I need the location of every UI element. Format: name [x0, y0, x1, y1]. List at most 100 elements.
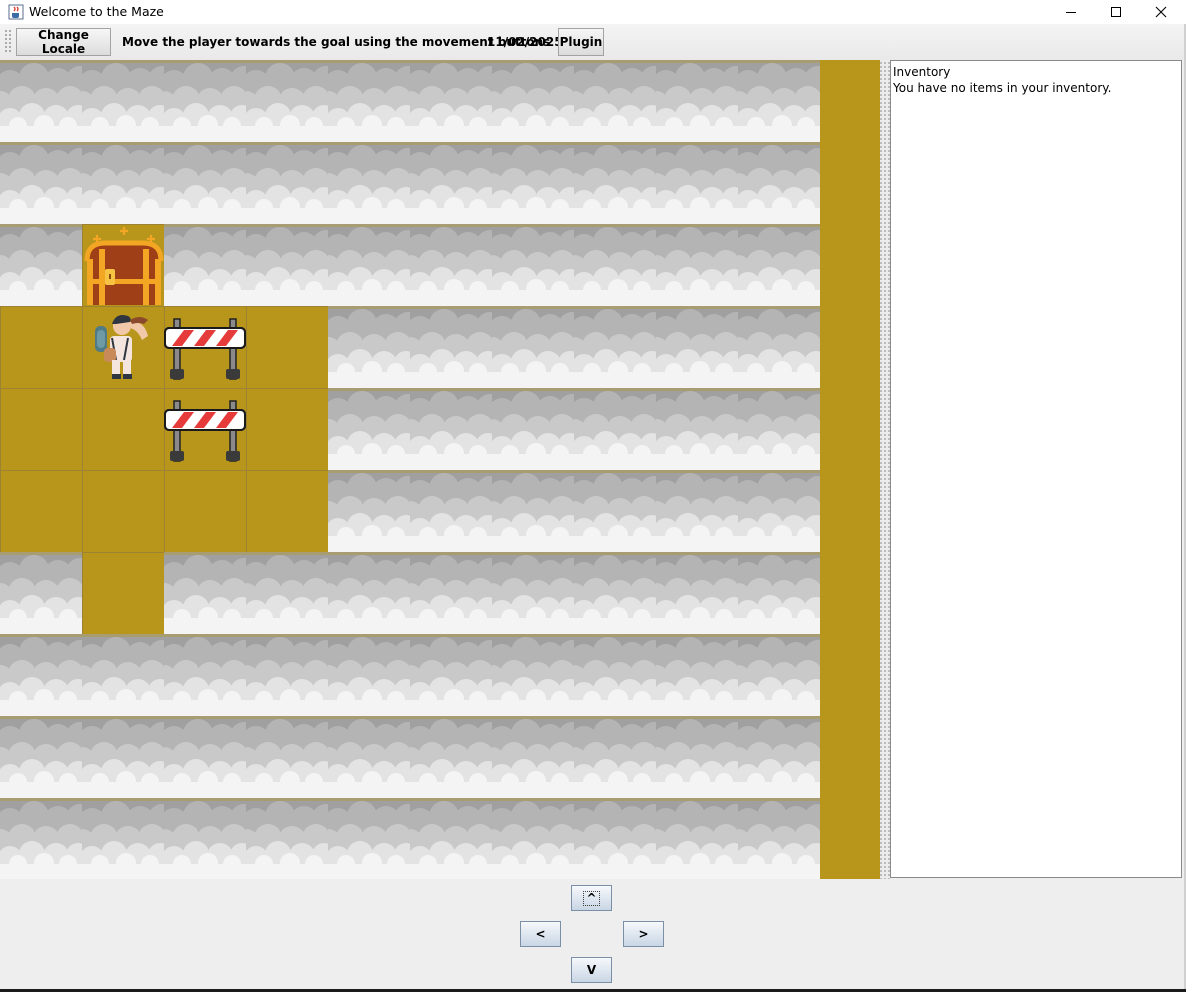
- cloud-wall-tile: [738, 388, 820, 470]
- floor-tile: [246, 306, 328, 388]
- cloud-wall-tile: [656, 60, 738, 142]
- cloud-wall-tile: [574, 388, 656, 470]
- cloud-wall-tile: [492, 224, 574, 306]
- cloud-wall-tile: [738, 552, 820, 634]
- cloud-wall-tile: [328, 634, 410, 716]
- cloud-wall-tile: [656, 224, 738, 306]
- cloud-wall-tile: [492, 60, 574, 142]
- maze-canvas: [0, 60, 880, 879]
- cloud-wall-tile: [0, 634, 82, 716]
- toolbar: Change Locale Move the player towards th…: [0, 24, 1186, 60]
- cloud-wall-tile: [738, 142, 820, 224]
- cloud-wall-tile: [246, 552, 328, 634]
- cloud-wall-tile: [0, 142, 82, 224]
- cloud-wall-tile: [164, 798, 246, 879]
- cloud-wall-tile: [328, 552, 410, 634]
- cloud-wall-tile: [164, 552, 246, 634]
- cloud-wall-tile: [246, 634, 328, 716]
- date-label: 11/02/2025: [487, 35, 563, 49]
- close-button[interactable]: [1138, 0, 1184, 24]
- split-pane-divider[interactable]: [880, 60, 890, 879]
- floor-tile: [246, 470, 328, 552]
- cloud-wall-tile: [246, 224, 328, 306]
- cloud-wall-tile: [82, 634, 164, 716]
- floor-tile: [164, 470, 246, 552]
- cloud-wall-tile: [246, 716, 328, 798]
- cloud-wall-tile: [410, 60, 492, 142]
- cloud-wall-tile: [574, 716, 656, 798]
- move-down-button[interactable]: V: [571, 957, 612, 983]
- maze-border-strip: [820, 60, 880, 879]
- cloud-wall-tile: [492, 306, 574, 388]
- move-up-button[interactable]: ^: [571, 885, 612, 911]
- title-bar: Welcome to the Maze: [0, 0, 1186, 24]
- cloud-wall-tile: [656, 142, 738, 224]
- cloud-wall-tile: [328, 716, 410, 798]
- change-locale-button[interactable]: Change Locale: [16, 28, 111, 56]
- cloud-wall-tile: [164, 716, 246, 798]
- close-icon: [1155, 6, 1167, 18]
- maze-board: [0, 60, 880, 879]
- cloud-wall-tile: [82, 60, 164, 142]
- cloud-wall-tile: [0, 224, 82, 306]
- cloud-wall-tile: [410, 306, 492, 388]
- cloud-wall-tile: [656, 306, 738, 388]
- cloud-wall-tile: [656, 798, 738, 879]
- cloud-wall-tile: [656, 716, 738, 798]
- cloud-wall-tile: [246, 142, 328, 224]
- cloud-wall-tile: [738, 470, 820, 552]
- cloud-wall-tile: [656, 470, 738, 552]
- minimize-icon: [1066, 12, 1076, 13]
- move-up-label: ^: [583, 890, 600, 906]
- inventory-panel: Inventory You have no items in your inve…: [890, 60, 1182, 878]
- java-cup-icon: [8, 4, 24, 20]
- cloud-wall-tile: [656, 388, 738, 470]
- maximize-icon: [1111, 7, 1121, 17]
- cloud-wall-tile: [492, 716, 574, 798]
- cloud-wall-tile: [0, 716, 82, 798]
- floor-tile: [82, 388, 164, 470]
- cloud-wall-tile: [328, 60, 410, 142]
- cloud-wall-tile: [328, 470, 410, 552]
- cloud-wall-tile: [246, 60, 328, 142]
- toolbar-grip[interactable]: [4, 29, 12, 54]
- minimize-button[interactable]: [1048, 0, 1094, 24]
- cloud-wall-tile: [492, 142, 574, 224]
- cloud-wall-tile: [164, 634, 246, 716]
- cloud-wall-tile: [738, 224, 820, 306]
- cloud-wall-tile: [738, 60, 820, 142]
- cloud-wall-tile: [574, 60, 656, 142]
- cloud-wall-tile: [410, 142, 492, 224]
- cloud-wall-tile: [410, 798, 492, 879]
- cloud-wall-tile: [574, 798, 656, 879]
- cloud-wall-tile: [82, 142, 164, 224]
- floor-tile: [82, 470, 164, 552]
- cloud-wall-tile: [164, 60, 246, 142]
- cloud-wall-tile: [410, 552, 492, 634]
- plugin-button[interactable]: Plugin: [558, 28, 604, 56]
- cloud-wall-tile: [656, 634, 738, 716]
- floor-tile: [0, 306, 82, 388]
- cloud-wall-tile: [328, 224, 410, 306]
- cloud-wall-tile: [82, 798, 164, 879]
- cloud-wall-tile: [410, 634, 492, 716]
- floor-tile: [246, 388, 328, 470]
- cloud-wall-tile: [574, 634, 656, 716]
- maximize-button[interactable]: [1093, 0, 1139, 24]
- cloud-wall-tile: [492, 798, 574, 879]
- cloud-wall-tile: [0, 60, 82, 142]
- cloud-wall-tile: [492, 388, 574, 470]
- move-left-button[interactable]: <: [520, 921, 561, 947]
- cloud-wall-tile: [656, 552, 738, 634]
- cloud-wall-tile: [492, 634, 574, 716]
- move-right-button[interactable]: >: [623, 921, 664, 947]
- cloud-wall-tile: [574, 306, 656, 388]
- cloud-wall-tile: [738, 716, 820, 798]
- window-title: Welcome to the Maze: [29, 4, 164, 19]
- cloud-wall-tile: [410, 224, 492, 306]
- cloud-wall-tile: [574, 470, 656, 552]
- cloud-wall-tile: [328, 798, 410, 879]
- cloud-wall-tile: [574, 224, 656, 306]
- cloud-wall-tile: [0, 798, 82, 879]
- cloud-wall-tile: [410, 388, 492, 470]
